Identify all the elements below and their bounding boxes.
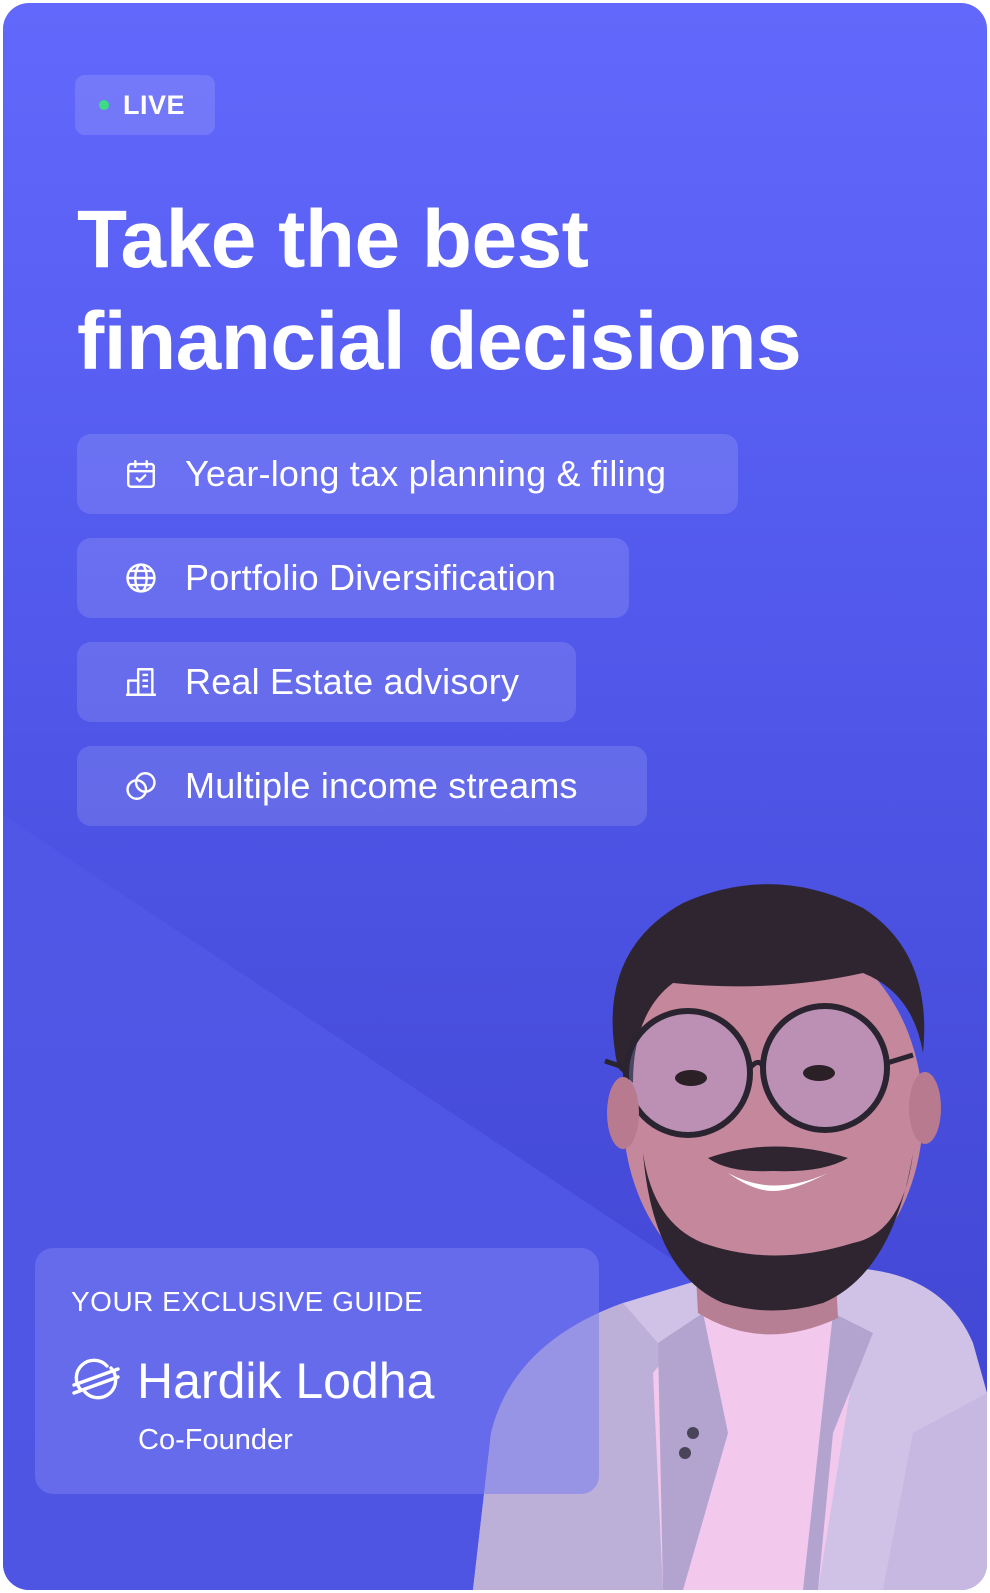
guide-name-row: Hardik Lodha xyxy=(71,1352,434,1410)
linked-circles-icon xyxy=(123,768,159,804)
stellar-logo-icon xyxy=(71,1357,121,1406)
calendar-check-icon xyxy=(123,456,159,492)
live-badge-label: LIVE xyxy=(123,89,186,120)
guide-role: Co-Founder xyxy=(138,1424,293,1456)
live-dot-icon xyxy=(99,100,109,110)
feature-income-streams: Multiple income streams xyxy=(77,746,647,826)
feature-real-estate: Real Estate advisory xyxy=(77,642,576,722)
feature-tax-planning: Year-long tax planning & filing xyxy=(77,434,738,514)
headline: Take the best financial decisions xyxy=(77,189,937,393)
headline-line-2: financial decisions xyxy=(77,296,802,387)
building-icon xyxy=(123,664,159,700)
feature-list: Year-long tax planning & filing Portfoli… xyxy=(77,434,738,850)
promo-card: LIVE Take the best financial decisions Y… xyxy=(3,3,987,1590)
guide-kicker: YOUR EXCLUSIVE GUIDE xyxy=(71,1286,424,1317)
guide-card: YOUR EXCLUSIVE GUIDE Hardik Lodha Co-Fou… xyxy=(35,1248,599,1494)
feature-label: Real Estate advisory xyxy=(185,661,520,702)
guide-name: Hardik Lodha xyxy=(137,1353,435,1409)
globe-icon xyxy=(123,560,159,596)
feature-label: Multiple income streams xyxy=(185,765,578,806)
feature-portfolio: Portfolio Diversification xyxy=(77,538,629,618)
feature-label: Portfolio Diversification xyxy=(185,557,557,598)
live-badge: LIVE xyxy=(75,75,215,135)
feature-label: Year-long tax planning & filing xyxy=(185,453,667,494)
headline-line-1: Take the best xyxy=(77,194,589,285)
